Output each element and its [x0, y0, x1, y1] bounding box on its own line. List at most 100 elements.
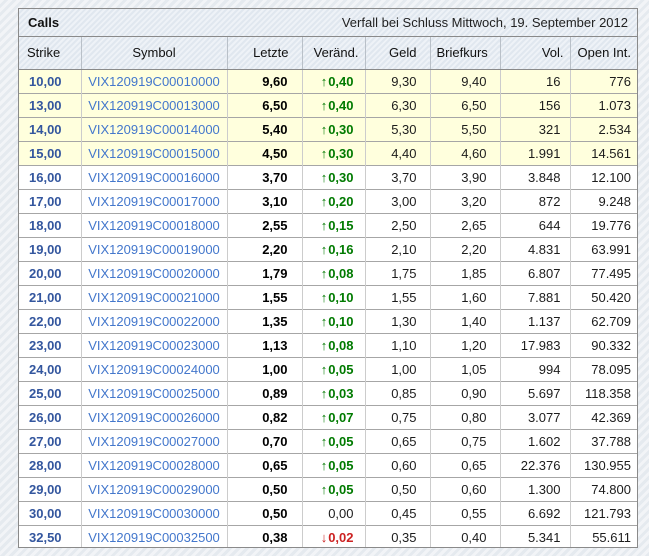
open-interest-cell: 90.332 [569, 332, 637, 357]
symbol-link[interactable]: VIX120919C00029000 [80, 476, 227, 501]
bid-cell: 0,60 [364, 452, 430, 477]
symbol-link[interactable]: VIX120919C00024000 [80, 356, 227, 381]
last-price-cell: 5,40 [226, 116, 302, 141]
symbol-link[interactable]: VIX120919C00022000 [80, 308, 227, 333]
change-cell: ↑0,10 [301, 284, 365, 309]
volume-cell: 5.341 [499, 524, 570, 547]
ask-cell: 0,60 [429, 476, 500, 501]
column-header-letzte: Letzte [226, 37, 302, 70]
change-cell: 0,00 [301, 500, 365, 525]
change-value: 0,00 [328, 505, 354, 521]
last-price-cell: 2,20 [226, 236, 302, 261]
calls-title: Calls [28, 15, 60, 30]
option-row: 15,00 VIX120919C00015000 4,50 ↑0,30 4,40… [19, 140, 637, 165]
change-value: 0,30 [328, 121, 354, 137]
bid-cell: 6,30 [364, 92, 430, 117]
bid-cell: 1,10 [364, 332, 430, 357]
change-value: 0,16 [328, 241, 354, 257]
change-cell: ↑0,15 [301, 212, 365, 237]
change-value: 0,40 [328, 97, 354, 113]
change-value: 0,10 [328, 289, 354, 305]
change-arrow-icon: ↑ [320, 169, 328, 185]
last-price-cell: 3,10 [226, 188, 302, 213]
symbol-link[interactable]: VIX120919C00013000 [80, 92, 227, 117]
symbol-link[interactable]: VIX120919C00014000 [80, 116, 227, 141]
calls-table: Strike Symbol Letzte Veränd. Geld Briefk… [19, 37, 637, 547]
symbol-link[interactable]: VIX120919C00017000 [80, 188, 227, 213]
ask-cell: 0,80 [429, 404, 500, 429]
strike-cell[interactable]: 25,00 [19, 380, 81, 405]
change-value: 0,20 [328, 193, 354, 209]
strike-cell[interactable]: 10,00 [19, 68, 81, 93]
column-header-briefkurs: Briefkurs [429, 37, 500, 70]
strike-cell[interactable]: 29,00 [19, 476, 81, 501]
volume-cell: 644 [499, 212, 570, 237]
change-cell: ↑0,08 [301, 260, 365, 285]
symbol-link[interactable]: VIX120919C00028000 [80, 452, 227, 477]
open-interest-cell: 62.709 [569, 308, 637, 333]
change-value: 0,05 [328, 433, 354, 449]
column-header-veraend: Veränd. [301, 37, 365, 70]
symbol-link[interactable]: VIX120919C00021000 [80, 284, 227, 309]
change-cell: ↑0,30 [301, 116, 365, 141]
strike-cell[interactable]: 32,50 [19, 524, 81, 547]
ask-cell: 6,50 [429, 92, 500, 117]
symbol-link[interactable]: VIX120919C00015000 [80, 140, 227, 165]
volume-cell: 5.697 [499, 380, 570, 405]
bid-cell: 0,50 [364, 476, 430, 501]
bid-cell: 0,75 [364, 404, 430, 429]
symbol-link[interactable]: VIX120919C00025000 [80, 380, 227, 405]
volume-cell: 22.376 [499, 452, 570, 477]
symbol-link[interactable]: VIX120919C00026000 [80, 404, 227, 429]
ask-cell: 2,20 [429, 236, 500, 261]
open-interest-cell: 78.095 [569, 356, 637, 381]
open-interest-cell: 14.561 [569, 140, 637, 165]
bid-cell: 1,00 [364, 356, 430, 381]
strike-cell[interactable]: 26,00 [19, 404, 81, 429]
strike-cell[interactable]: 28,00 [19, 452, 81, 477]
symbol-link[interactable]: VIX120919C00019000 [80, 236, 227, 261]
strike-cell[interactable]: 19,00 [19, 236, 81, 261]
symbol-link[interactable]: VIX120919C00027000 [80, 428, 227, 453]
bid-cell: 1,75 [364, 260, 430, 285]
option-row: 32,50 VIX120919C00032500 0,38 ↓0,02 0,35… [19, 524, 637, 547]
last-price-cell: 3,70 [226, 164, 302, 189]
option-row: 25,00 VIX120919C00025000 0,89 ↑0,03 0,85… [19, 380, 637, 405]
strike-cell[interactable]: 24,00 [19, 356, 81, 381]
symbol-link[interactable]: VIX120919C00023000 [80, 332, 227, 357]
bid-cell: 1,30 [364, 308, 430, 333]
symbol-link[interactable]: VIX120919C00010000 [80, 68, 227, 93]
strike-cell[interactable]: 27,00 [19, 428, 81, 453]
column-header-geld: Geld [364, 37, 430, 70]
strike-cell[interactable]: 22,00 [19, 308, 81, 333]
change-cell: ↑0,05 [301, 476, 365, 501]
last-price-cell: 1,13 [226, 332, 302, 357]
change-cell: ↑0,03 [301, 380, 365, 405]
volume-cell: 1.137 [499, 308, 570, 333]
option-row: 17,00 VIX120919C00017000 3,10 ↑0,20 3,00… [19, 188, 637, 213]
open-interest-cell: 1.073 [569, 92, 637, 117]
strike-cell[interactable]: 20,00 [19, 260, 81, 285]
strike-cell[interactable]: 14,00 [19, 116, 81, 141]
symbol-link[interactable]: VIX120919C00020000 [80, 260, 227, 285]
bid-cell: 0,85 [364, 380, 430, 405]
change-value: 0,03 [328, 385, 354, 401]
symbol-link[interactable]: VIX120919C00030000 [80, 500, 227, 525]
change-arrow-icon: ↑ [320, 145, 328, 161]
strike-cell[interactable]: 21,00 [19, 284, 81, 309]
strike-cell[interactable]: 16,00 [19, 164, 81, 189]
symbol-link[interactable]: VIX120919C00018000 [80, 212, 227, 237]
change-arrow-icon: ↑ [320, 97, 328, 113]
strike-cell[interactable]: 13,00 [19, 92, 81, 117]
symbol-link[interactable]: VIX120919C00016000 [80, 164, 227, 189]
strike-cell[interactable]: 15,00 [19, 140, 81, 165]
strike-cell[interactable]: 30,00 [19, 500, 81, 525]
volume-cell: 7.881 [499, 284, 570, 309]
page-background: Calls Verfall bei Schluss Mittwoch, 19. … [0, 0, 649, 556]
strike-cell[interactable]: 18,00 [19, 212, 81, 237]
ask-cell: 3,20 [429, 188, 500, 213]
symbol-link[interactable]: VIX120919C00032500 [80, 524, 227, 547]
strike-cell[interactable]: 23,00 [19, 332, 81, 357]
change-cell: ↑0,05 [301, 356, 365, 381]
strike-cell[interactable]: 17,00 [19, 188, 81, 213]
